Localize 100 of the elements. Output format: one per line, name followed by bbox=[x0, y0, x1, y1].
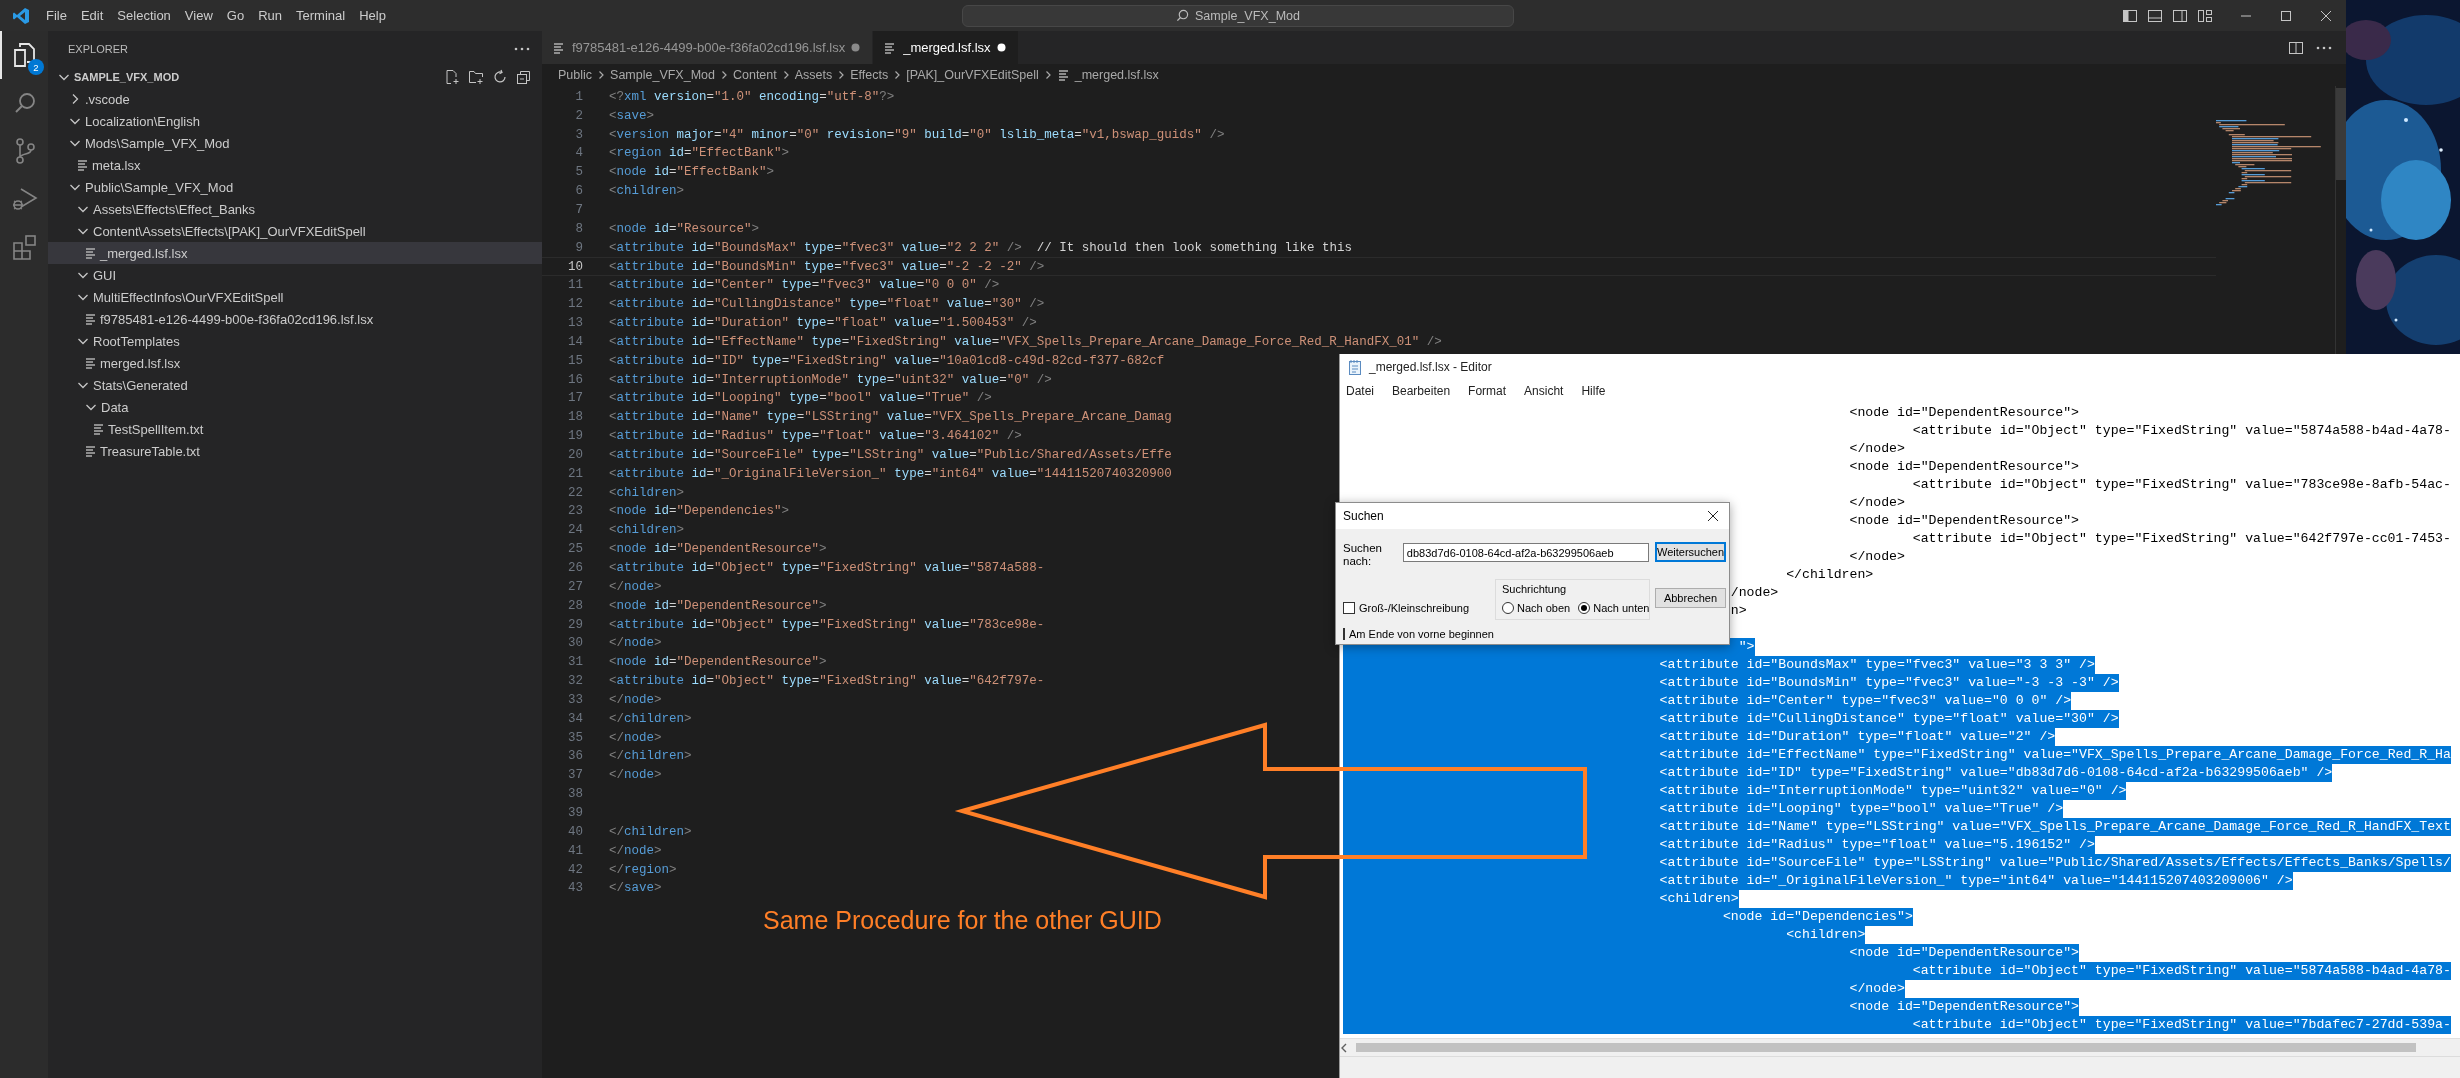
tree-item[interactable]: Content\Assets\Effects\[PAK]_OurVFXEditSpell bbox=[48, 220, 542, 242]
collapse-icon[interactable] bbox=[516, 69, 532, 85]
radio-button[interactable] bbox=[1578, 602, 1591, 614]
new-file-icon[interactable] bbox=[444, 69, 460, 85]
line-number: 37 bbox=[567, 768, 584, 783]
code-line: <node id="Resource"> bbox=[609, 221, 760, 236]
line-number: 31 bbox=[567, 655, 584, 670]
scrollbar-thumb[interactable] bbox=[1356, 1043, 2416, 1052]
checkbox-label: Groß-/Kleinschreibung bbox=[1359, 602, 1470, 614]
tree-item[interactable]: Mods\Sample_VFX_Mod bbox=[48, 132, 542, 154]
more-icon[interactable] bbox=[514, 46, 530, 51]
tree-item[interactable]: Localization\English bbox=[48, 110, 542, 132]
tree-item[interactable]: meta.lsx bbox=[48, 154, 542, 176]
tree-item[interactable]: Public\Sample_VFX_Mod bbox=[48, 176, 542, 198]
annotation-text: Same Procedure for the other GUID bbox=[763, 906, 1162, 935]
code-line: <node id="DependentResource"> bbox=[609, 655, 827, 670]
tab[interactable]: f9785481-e126-4499-b00e-f36fa02cd196.lsf.lsx bbox=[542, 31, 874, 64]
menu-item[interactable]: Run bbox=[251, 5, 289, 26]
dialog-button[interactable]: Weitersuchen bbox=[1655, 542, 1726, 562]
breadcrumb-item[interactable]: _merged.lsf.lsx bbox=[1074, 68, 1159, 82]
tree-item[interactable]: GUI bbox=[48, 264, 542, 286]
text-line: <attribute id="Object" type="FixedString" value="642f797e-cc01-7453- bbox=[1912, 531, 2451, 546]
code-line: <children> bbox=[609, 485, 685, 500]
maximize-icon[interactable] bbox=[2280, 9, 2292, 22]
search-field[interactable]: Sample_VFX_Mod bbox=[962, 4, 1514, 27]
line-number: 26 bbox=[567, 561, 584, 575]
text-line: <attribute id="Object" type="FixedString" value="5874a588-b4ad-4a78- bbox=[1912, 423, 2451, 438]
modified-dot-icon[interactable] bbox=[851, 43, 861, 52]
breadcrumb-item[interactable]: Content bbox=[732, 68, 777, 82]
tree-item[interactable]: merged.lsf.lsx bbox=[48, 352, 542, 374]
file-lines-icon bbox=[552, 40, 566, 55]
tree-item[interactable]: Assets\Effects\Effect_Banks bbox=[48, 198, 542, 220]
refresh-icon[interactable] bbox=[492, 69, 508, 85]
tree-item[interactable]: TestSpellItem.txt bbox=[48, 418, 542, 440]
line-number: 42 bbox=[567, 862, 584, 877]
window-title: _merged.lsf.lsx - Editor bbox=[1369, 360, 1492, 374]
tree-item[interactable]: TreasureTable.txt bbox=[48, 440, 542, 462]
tab[interactable]: _merged.lsf.lsx bbox=[873, 31, 1019, 64]
radio-button[interactable] bbox=[1502, 602, 1514, 614]
tree-item[interactable]: _merged.lsf.lsx bbox=[48, 242, 542, 264]
modified-dot-icon[interactable] bbox=[996, 43, 1006, 52]
more-icon[interactable] bbox=[2316, 45, 2332, 50]
breadcrumb-item[interactable]: Public bbox=[558, 68, 593, 82]
line-number: 4 bbox=[574, 146, 584, 161]
menu-item[interactable]: Selection bbox=[110, 5, 178, 26]
code-line: <attribute id="Radius" type="float" value="3.464102" /> bbox=[609, 429, 1022, 444]
tree-item[interactable]: .vscode bbox=[48, 88, 542, 110]
menu-item[interactable]: Datei bbox=[1346, 384, 1374, 398]
text-line: <attribute id="BoundsMax" type="fvec3" value="3 3 3" /> bbox=[1659, 657, 2095, 672]
file-lines-icon bbox=[92, 422, 106, 436]
sidebar-toggle-icon[interactable] bbox=[2122, 7, 2138, 24]
code-line: <node id="DependentResource"> bbox=[609, 598, 827, 613]
tree-item[interactable]: MultiEffectInfos\OurVFXEditSpell bbox=[48, 286, 542, 308]
panel-toggle-icon[interactable] bbox=[2147, 7, 2163, 24]
code-line: </children> bbox=[609, 711, 692, 726]
menu-item[interactable]: Bearbeiten bbox=[1392, 384, 1451, 398]
line-number: 30 bbox=[567, 636, 584, 651]
text-line: </children> bbox=[1786, 567, 1874, 582]
breadcrumb-item[interactable]: Assets bbox=[794, 68, 833, 82]
line-number: 34 bbox=[567, 711, 584, 726]
close-icon[interactable] bbox=[1707, 510, 1719, 522]
code-line: </node> bbox=[609, 636, 662, 651]
line-number: 10 bbox=[567, 259, 584, 274]
menu-item[interactable]: Hilfe bbox=[1581, 384, 1606, 398]
layout-icon[interactable] bbox=[2197, 7, 2213, 24]
menu-item[interactable]: File bbox=[39, 5, 74, 26]
code-line: </node> bbox=[609, 843, 662, 858]
tree-item[interactable]: Data bbox=[48, 396, 542, 418]
tree-item[interactable]: f9785481-e126-4499-b00e-f36fa02cd196.lsf.lsx bbox=[48, 308, 542, 330]
code-line: <attribute id="_OriginalFileVersion_" type="int64" value="14411520740320900 bbox=[609, 466, 1172, 481]
breadcrumb-item[interactable]: [PAK]_OurVFXEditSpell bbox=[906, 68, 1039, 82]
code-line: </node> bbox=[609, 730, 662, 745]
menu-item[interactable]: Go bbox=[219, 5, 252, 26]
branch-icon bbox=[14, 138, 36, 164]
line-number: 11 bbox=[567, 278, 584, 293]
tree-item[interactable]: Stats\Generated bbox=[48, 374, 542, 396]
new-folder-icon[interactable] bbox=[468, 69, 484, 85]
breadcrumb-item[interactable]: Sample_VFX_Mod bbox=[610, 68, 715, 82]
menu-item[interactable]: Edit bbox=[73, 5, 111, 26]
folder-title[interactable]: SAMPLE_VFX_MOD bbox=[74, 71, 180, 83]
menu-item[interactable]: Help bbox=[352, 5, 393, 26]
dialog-button[interactable]: Abbrechen bbox=[1655, 588, 1726, 608]
menu-item[interactable]: Ansicht bbox=[1524, 384, 1564, 398]
split-editor-icon[interactable] bbox=[2288, 39, 2304, 56]
text-line: <node id="DependentResource"> bbox=[1849, 405, 2079, 420]
scroll-left-icon[interactable] bbox=[1340, 1042, 1348, 1053]
tree-item[interactable]: RootTemplates bbox=[48, 330, 542, 352]
scrollbar-thumb[interactable] bbox=[2336, 88, 2346, 180]
text-line: <node id="DependentResource"> bbox=[1849, 945, 2079, 960]
menu-item[interactable]: Format bbox=[1468, 384, 1507, 398]
breadcrumb-item[interactable]: Effects bbox=[850, 68, 889, 82]
search-field[interactable]: db83d7d6-0108-64cd-af2a-b63299506aeb bbox=[1402, 543, 1649, 562]
menu-item[interactable]: Terminal bbox=[289, 5, 353, 26]
code-line: <attribute id="SourceFile" type="LSString" value="Public/Shared/Assets/Effe bbox=[609, 447, 1172, 462]
menu-item[interactable]: View bbox=[177, 5, 220, 26]
text-line: <attribute id="Object" type="FixedString" value="5874a588-b4ad-4a78- bbox=[1912, 963, 2451, 978]
secondary-sidebar-icon[interactable] bbox=[2172, 7, 2188, 24]
checkbox[interactable] bbox=[1343, 602, 1355, 614]
line-number: 29 bbox=[567, 617, 584, 632]
radio-label: Nach unten bbox=[1593, 602, 1650, 614]
